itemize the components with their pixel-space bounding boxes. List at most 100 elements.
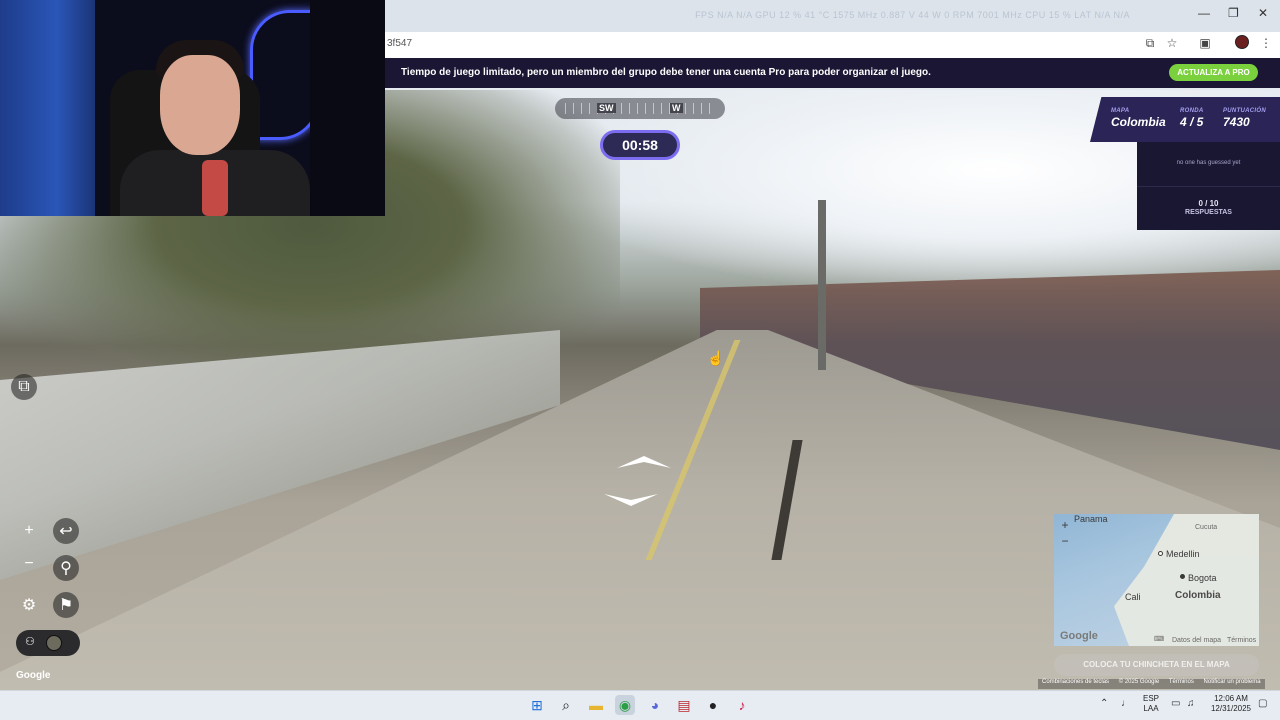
zoom-in-button[interactable]: + — [16, 518, 42, 544]
round-timer: 00:58 — [600, 130, 680, 160]
minimap-terms-link[interactable]: Términos — [1227, 637, 1256, 644]
chrome-icon[interactable]: ◉ — [615, 695, 635, 715]
keyboard-shortcuts-link[interactable]: Combinaciones de teclas — [1042, 679, 1109, 685]
language-code: ESP — [1143, 694, 1160, 703]
report-problem-link[interactable]: Notificar un problema — [1204, 679, 1261, 685]
plus-icon: + — [24, 522, 34, 539]
windows-taskbar — [0, 690, 1280, 720]
microphone — [202, 160, 228, 216]
map-info: MAPA Colombia — [1111, 108, 1166, 129]
discord-icon[interactable]: ◕ — [645, 695, 665, 715]
guesses-panel: no one has guessed yet 0 / 10 RESPUESTAS — [1137, 142, 1280, 230]
users-icon: ⚇ — [25, 636, 35, 648]
terms-link[interactable]: Términos — [1169, 679, 1194, 685]
browser-menu-icon[interactable]: ⋮ — [1258, 36, 1274, 50]
cam-door — [0, 0, 95, 216]
install-app-icon[interactable]: ⧉ — [1142, 36, 1158, 51]
capital-dot — [1180, 574, 1185, 579]
round-label: RONDA — [1180, 108, 1204, 114]
minimap-zoom-out[interactable]: − — [1058, 534, 1072, 548]
gear-icon: ⚙ — [21, 597, 37, 614]
copyright-text: © 2025 Google — [1118, 679, 1160, 685]
clock-time: 12:06 AM — [1214, 694, 1248, 703]
undo-icon: ↩ — [59, 523, 73, 540]
pro-banner: Tiempo de juego limitado, pero un miembr… — [385, 58, 1280, 88]
score-label: PUNTUACIÓN — [1223, 108, 1266, 114]
minus-icon: − — [24, 555, 34, 572]
close-button[interactable]: ✕ — [1258, 6, 1268, 20]
streamer-face — [160, 55, 240, 155]
map-data-link[interactable]: Datos del mapa — [1172, 637, 1221, 644]
webcam-overlay — [0, 0, 385, 216]
label-bogota: Bogota — [1188, 573, 1217, 583]
taskbar-clock[interactable]: 12:06 AM 12/31/2025 — [1208, 694, 1254, 714]
upgrade-pro-button[interactable]: ACTUALIZA A PRO — [1169, 64, 1258, 81]
file-explorer-icon[interactable]: ▬ — [586, 695, 606, 715]
google-logo: Google — [16, 670, 51, 681]
compass: SW W — [555, 98, 725, 119]
app-icon[interactable]: ▤ — [674, 695, 694, 715]
label-cali: Cali — [1125, 592, 1141, 602]
guess-count: 0 / 10 — [1198, 199, 1219, 208]
tiktok-icon[interactable]: ♪ — [732, 695, 752, 715]
keyboard-icon[interactable]: ⌨ — [1154, 635, 1164, 643]
score-value: 7430 — [1223, 115, 1250, 129]
scoreboard: MAPA Colombia RONDA 4 / 5 PUNTUACIÓN 743… — [1090, 97, 1280, 142]
cast-icon[interactable]: ▣ — [1197, 36, 1213, 50]
microphone-icon[interactable]: ♩ — [1121, 698, 1131, 709]
move-forward-arrow[interactable] — [617, 456, 671, 470]
report-flag-button[interactable]: ⚑ — [53, 592, 79, 618]
performance-overlay: FPS N/A N/A GPU 12 % 41 °C 1575 MHz 0.88… — [695, 10, 1130, 20]
compass-w: W — [670, 103, 683, 113]
browser-titlebar: FPS N/A N/A GPU 12 % 41 °C 1575 MHz 0.88… — [385, 0, 1280, 32]
compass-sw: SW — [597, 103, 616, 113]
map-value: Colombia — [1111, 115, 1166, 129]
return-to-start-button[interactable]: ↩ — [53, 518, 79, 544]
score-info: PUNTUACIÓN 7430 — [1223, 108, 1266, 129]
label-medellin: Medellin — [1166, 549, 1200, 559]
compass-ticks — [565, 103, 715, 114]
keyboard-layout: LAA — [1143, 704, 1159, 713]
minimap-google-logo: Google — [1060, 630, 1098, 642]
checkpoint-button[interactable]: ⚲ — [53, 555, 79, 581]
show-hidden-icons-icon[interactable]: ⌃ — [1100, 698, 1108, 709]
restore-button[interactable]: ❐ — [1228, 6, 1239, 20]
volume-icon[interactable]: ♫ — [1187, 698, 1195, 709]
label-cucuta: Cucuta — [1195, 524, 1218, 531]
divider — [1137, 186, 1280, 187]
no-guesses-text: no one has guessed yet — [1176, 160, 1241, 166]
windows-start-icon[interactable]: ⊞ — [527, 695, 547, 715]
network-icon[interactable]: ▭ — [1171, 698, 1180, 709]
minimize-button[interactable]: — — [1198, 6, 1210, 20]
move-backward-arrow[interactable] — [604, 492, 658, 506]
language-indicator[interactable]: ESP LAA — [1143, 694, 1159, 714]
round-value: 4 / 5 — [1180, 115, 1204, 129]
clock-date: 12/31/2025 — [1210, 704, 1252, 713]
location-pin-icon: ⚲ — [60, 560, 72, 577]
bookmark-star-icon[interactable]: ☆ — [1164, 36, 1180, 50]
round-info: RONDA 4 / 5 — [1180, 108, 1204, 129]
cam-background — [310, 0, 385, 216]
label-panama: Panama — [1074, 514, 1108, 524]
place-pin-button[interactable]: COLOCA TU CHINCHETA EN EL MAPA — [1054, 654, 1259, 676]
search-icon[interactable]: ⌕ — [556, 695, 576, 715]
guess-label: RESPUESTAS — [1185, 209, 1232, 216]
hand-cursor-icon: ☝ — [707, 350, 725, 366]
chat-icon: ⧉ — [18, 378, 30, 395]
flag-icon: ⚑ — [58, 597, 74, 614]
notifications-icon[interactable]: ▢ — [1258, 698, 1267, 709]
minimap-zoom-in[interactable]: + — [1058, 518, 1072, 532]
obs-icon[interactable]: ● — [703, 695, 723, 715]
url-text[interactable]: 3f547 — [387, 38, 412, 49]
zoom-out-button[interactable]: − — [16, 551, 42, 577]
banner-text: Tiempo de juego limitado, pero un miembr… — [401, 67, 931, 78]
settings-button[interactable]: ⚙ — [16, 592, 42, 618]
utility-pole — [818, 200, 826, 370]
profile-avatar[interactable] — [1235, 35, 1249, 49]
chat-button[interactable]: ⧉ — [11, 374, 37, 400]
label-colombia: Colombia — [1175, 590, 1221, 601]
map-label: MAPA — [1111, 108, 1130, 114]
guess-minimap[interactable]: + − Panama Cucuta Medellin Bogota Cali C… — [1054, 514, 1259, 646]
map-attribution: Combinaciones de teclas © 2025 Google Té… — [1038, 679, 1265, 689]
city-dot — [1158, 551, 1163, 556]
